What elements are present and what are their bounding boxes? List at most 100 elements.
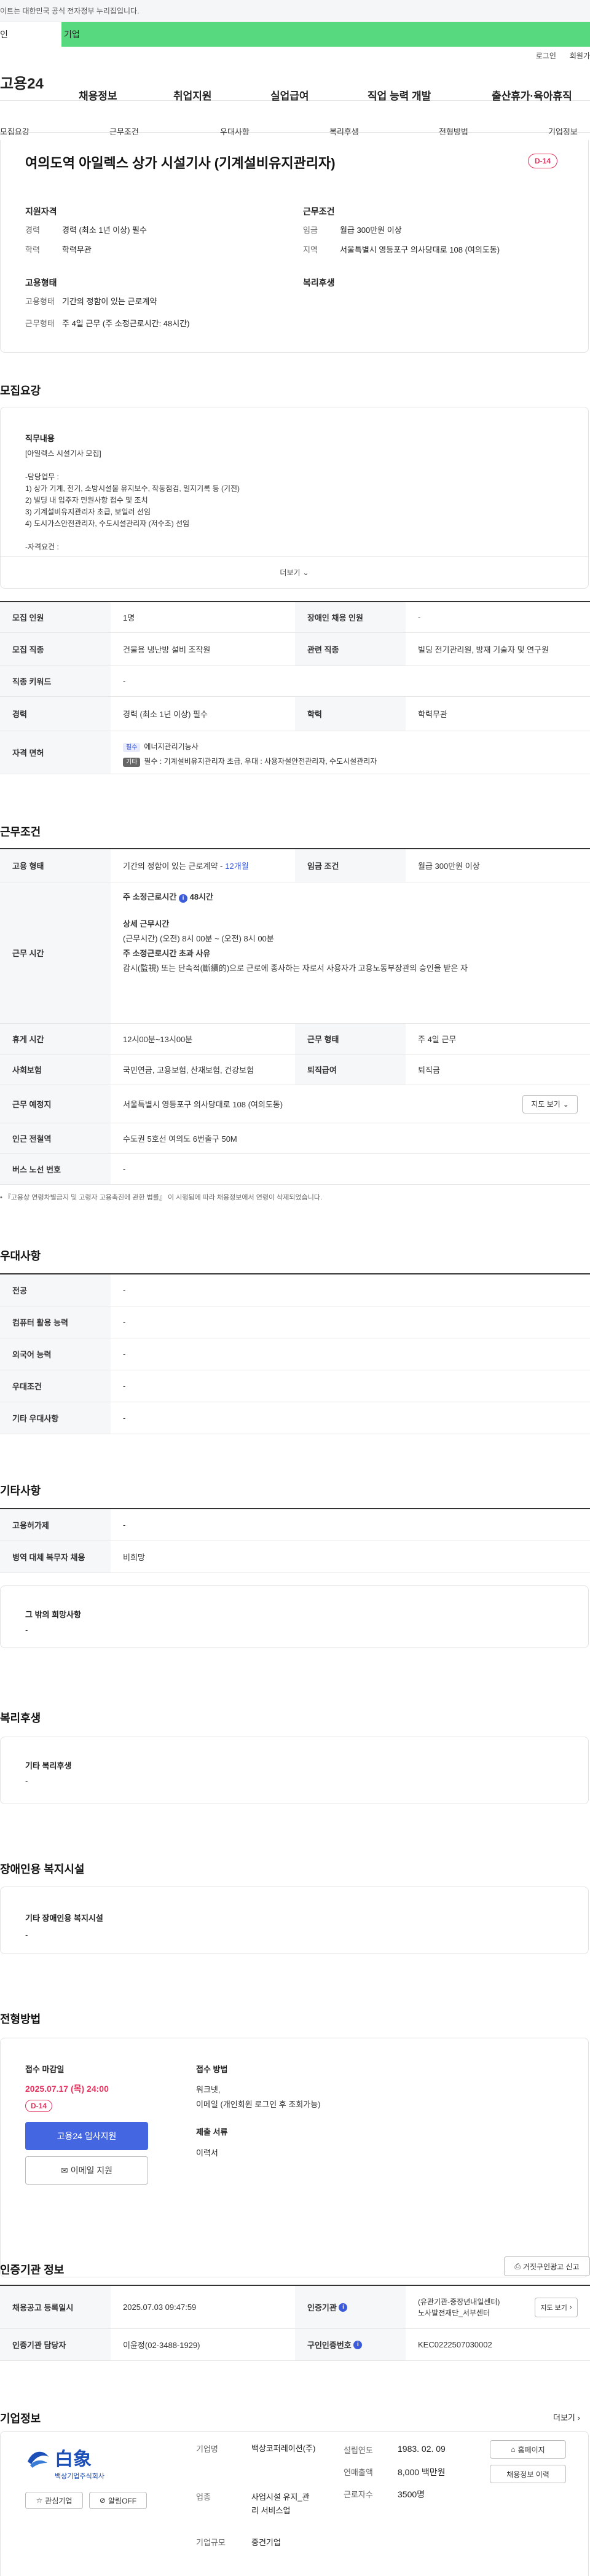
desc-line: -담당업무 :: [25, 473, 59, 481]
anchor-workcond[interactable]: 근무조건: [109, 125, 139, 137]
docs-value: 이력서: [196, 2148, 218, 2158]
pref-section-title: 우대사항: [0, 1250, 41, 1262]
revenue-label: 연매출액: [344, 2468, 373, 2477]
info-icon[interactable]: i: [339, 2303, 348, 2312]
td-computer: -: [123, 1317, 126, 1327]
td-location: 서울특별시 영등포구 의사당대로 108 (여의도동) 지도 보기 ⌄: [111, 1085, 590, 1123]
desc-line: 3) 기계설비유지관리자 초급, 보일러 선임: [25, 508, 151, 516]
false-ad-report-button[interactable]: ⎙ 거짓구인광고 신고: [504, 2256, 590, 2276]
info-icon[interactable]: i: [353, 2340, 363, 2349]
apply-button-label: 고용24 입사지원: [57, 2131, 117, 2141]
agency-map-button[interactable]: 지도 보기 ›: [535, 2297, 578, 2317]
td-job-keyword: -: [123, 677, 126, 686]
disab-section-title: 장애인용 복지시설: [0, 1863, 85, 1875]
th-work-hours: 근무 시간: [0, 882, 111, 1023]
detail-hours-label: 상세 근무시간: [123, 919, 170, 929]
process-dday-badge: D-14: [25, 2100, 53, 2112]
gnb-item-jobs[interactable]: 채용정보: [79, 87, 117, 103]
job-summary-card: 여의도역 아일렉스 상가 시설기사 (기계설비유지관리자) D-14 지원자격 …: [0, 140, 589, 353]
cond-area-label: 지역: [303, 245, 318, 254]
td-agency: (유관기관-중장년내일센터) 노사발전재단_서부센터 지도 보기 ›: [406, 2286, 590, 2328]
site-logo[interactable]: 고용24: [0, 71, 49, 93]
login-link[interactable]: 로그인: [536, 50, 556, 61]
gnb-item-unemployment-benefit[interactable]: 실업급여: [270, 87, 309, 103]
company-section-title: 기업정보: [0, 2413, 41, 2425]
table-row: 근무 예정지 서울특별시 영등포구 의사당대로 108 (여의도동) 지도 보기…: [0, 1085, 590, 1123]
table-row: 채용공고 등록일시 2025.07.03 09:47:59 인증기관 i (유관…: [0, 2286, 590, 2329]
section-anchor-nav: 모집요강 근무조건 우대사항 복리후생 전형방법 기업정보: [0, 101, 590, 136]
table-row: 고용 형태 기간의 정함이 있는 근로계약 - 12개월 임금 조건 월급 30…: [0, 849, 590, 882]
table-row: 인근 전철역 수도권 5호선 여의도 6번출구 50M: [0, 1123, 590, 1154]
job-history-label: 채용정보 이력: [506, 2470, 549, 2479]
table-row: 모집 인원 1명 장애인 채용 인원 -: [0, 602, 590, 633]
desc-line: -자격요건 :: [25, 543, 59, 551]
more-button-label: 더보기: [280, 568, 301, 577]
table-row: 전공 -: [0, 1274, 590, 1306]
welfare-section-title: 복리후생: [0, 1712, 41, 1724]
method-value: 워크넷, 이메일 (개인회원 로그인 후 조회가능): [196, 2083, 321, 2112]
company-logo-text: 白象: [55, 2449, 92, 2470]
chevron-right-icon: ›: [569, 2303, 572, 2311]
other-wish-box: 그 밖의 희망사항 -: [0, 1585, 589, 1648]
tab-company-label: 기업: [64, 29, 80, 39]
th-break: 휴게 시간: [0, 1024, 111, 1054]
more-button[interactable]: 더보기 ⌄: [1, 556, 588, 588]
tab-company[interactable]: 기업: [61, 22, 80, 47]
industry-label: 업종: [196, 2492, 211, 2502]
anchor-recruit[interactable]: 모집요강: [0, 125, 30, 137]
email-apply-button[interactable]: ✉ 이메일 지원: [25, 2156, 148, 2185]
homepage-label: 홈페이지: [517, 2445, 545, 2454]
job-title: 여의도역 아일렉스 상가 시설기사 (기계설비유지관리자): [25, 155, 336, 171]
desc-blank: [25, 460, 240, 471]
td-break: 12시00분~13시00분: [123, 1035, 193, 1044]
desc-line: [아일렉스 시설기사 모집]: [25, 449, 101, 458]
td-subway: 수도권 5호선 여의도 6번출구 50M: [123, 1134, 237, 1144]
emp-type-text: 기간의 정함이 있는 근로계약 -: [123, 862, 223, 871]
company-name-label: 기업명: [196, 2444, 218, 2454]
map-button[interactable]: 지도 보기 ⌄: [522, 1094, 578, 1113]
gnb-item-vocational-training[interactable]: 직업 능력 개발: [368, 87, 431, 103]
process-box: 접수 마감일 2025.07.17 (목) 24:00 D-14 고용24 입사…: [0, 2038, 589, 2277]
cond-pay-value: 월급 300만원 이상: [340, 226, 402, 235]
etc-section-title: 기타사항: [0, 1485, 41, 1497]
industry-line: 사업시설 유지_관: [251, 2492, 310, 2502]
anchor-company[interactable]: 기업정보: [548, 125, 578, 137]
homepage-button[interactable]: ⌂ 홈페이지: [490, 2440, 566, 2459]
anchor-preference[interactable]: 우대사항: [220, 125, 250, 137]
table-row: 버스 노선 번호 -: [0, 1154, 590, 1185]
cond-header: 근무조건: [303, 206, 335, 216]
info-icon[interactable]: i: [178, 894, 187, 903]
company-more-link[interactable]: 더보기 ›: [553, 2411, 580, 2423]
td-work-hours: 주 소정근로시간 i 48시간 상세 근무시간 (근무시간) (오전) 8시 0…: [111, 882, 590, 1023]
apply-button[interactable]: 고용24 입사지원: [25, 2122, 148, 2150]
td-license: 필수 에너지관리기능사 기타 필수 : 기계설비유지관리자 초급, 우대 : 사용자…: [111, 731, 590, 774]
false-ad-report-label: 거짓구인광고 신고: [522, 2262, 580, 2271]
revenue-value: 8,000 백만원: [398, 2467, 446, 2477]
chevron-down-icon: ⌄: [302, 568, 309, 577]
agency-type: (유관기관-중장년내일센터): [418, 2297, 500, 2306]
company-size-value: 중견기업: [251, 2538, 281, 2547]
job-history-button[interactable]: 채용정보 이력: [490, 2465, 566, 2483]
anchor-process[interactable]: 전형방법: [439, 125, 468, 137]
table-row: 인증기관 담당자 이윤정(02-3488-1929) 구인인증번호 i KEC0…: [0, 2329, 590, 2361]
fav-company-button[interactable]: ☆ 관심기업: [25, 2492, 83, 2509]
th-license: 자격 면허: [0, 731, 111, 774]
td-military: 비희망: [123, 1553, 145, 1562]
tab-personal[interactable]: 인: [0, 22, 61, 47]
other-wish-value: -: [25, 1625, 28, 1635]
gnb-item-employment-support[interactable]: 취업지원: [173, 87, 212, 103]
qualify-edu-value: 학력무관: [62, 245, 92, 254]
td-agency-manager: 이윤정(02-3488-1929): [123, 2341, 200, 2350]
qualify-edu: 학력 학력무관: [25, 245, 92, 256]
alert-toggle-button[interactable]: ⊘ 알림OFF: [89, 2492, 147, 2509]
gnb-item-parental-leave[interactable]: 출산휴가·육아휴직: [492, 87, 572, 103]
anchor-welfare[interactable]: 복리후생: [329, 125, 359, 137]
table-row: 병역 대체 복무자 채용 비희망: [0, 1541, 590, 1573]
join-link[interactable]: 회원가: [570, 50, 590, 61]
dday-badge: D-14: [528, 154, 558, 168]
th-pref-cond: 우대조건: [0, 1370, 111, 1402]
overtime-reason-label: 주 소정근로시간 초과 사유: [123, 949, 211, 958]
job-description-header: 직무내용: [25, 434, 55, 443]
th-insurance: 사회보험: [0, 1054, 111, 1085]
location-value: 서울특별시 영등포구 의사당대로 108 (여의도동): [123, 1100, 283, 1109]
